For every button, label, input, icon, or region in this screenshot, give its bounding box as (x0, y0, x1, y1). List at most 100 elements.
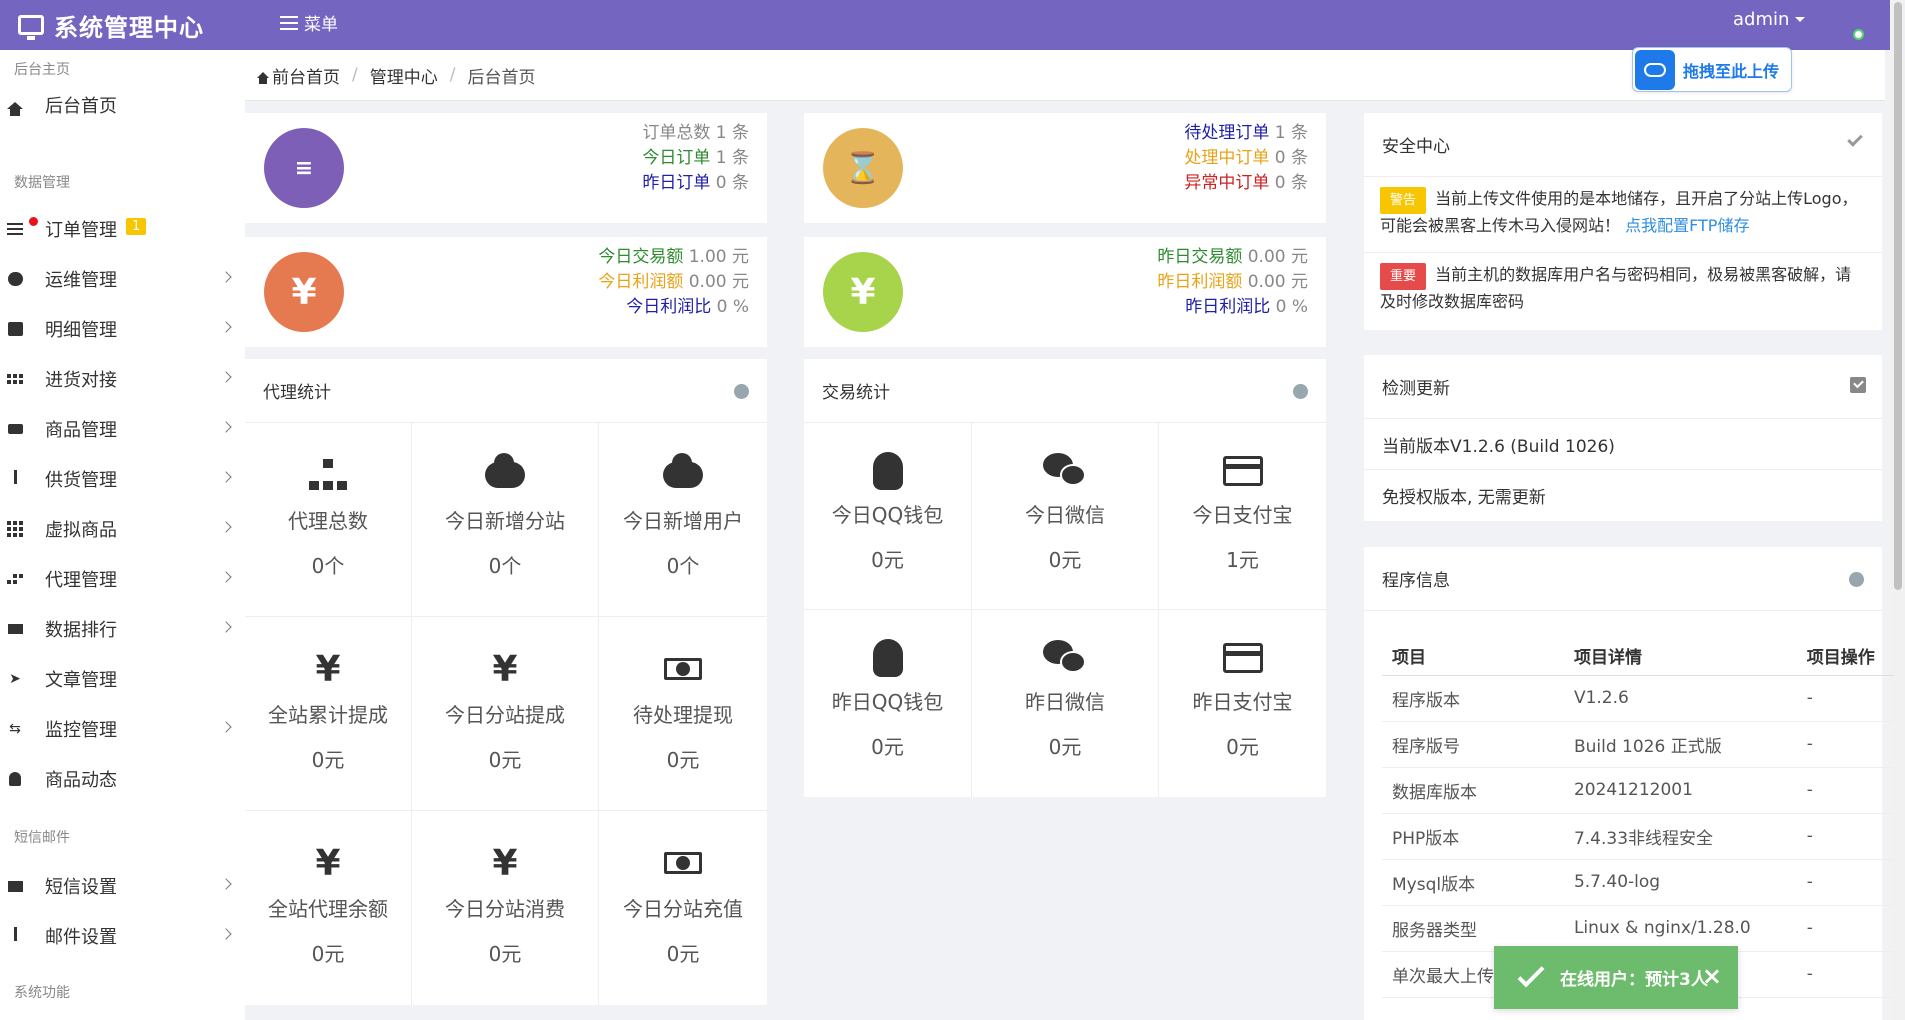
check-icon[interactable] (1847, 131, 1863, 147)
yen-icon: ¥ (315, 648, 341, 690)
stat-cell-label: 今日新增分站 (445, 509, 565, 533)
menu-icon (280, 15, 298, 30)
checkbox-icon[interactable] (1850, 377, 1866, 393)
stat-cell-value: 0元 (1048, 735, 1082, 759)
table-cell: 20241212001 (1563, 767, 1797, 814)
table-cell: PHP版本 (1382, 813, 1564, 860)
top-navbar: 系统管理中心 菜单 admin (0, 0, 1905, 50)
sidebar-item-supply[interactable]: 供货管理 (0, 459, 235, 499)
money-icon (599, 649, 767, 689)
sidebar-item-monitoring[interactable]: ⇆ 监控管理 (0, 709, 235, 749)
sidebar-item-purchase[interactable]: 进货对接 (0, 359, 235, 399)
stat-label: 今日利润比 (626, 297, 712, 317)
stat-value: 0.00 元 (688, 272, 749, 292)
menu-label: 菜单 (304, 15, 338, 35)
check-update-panel: 检测更新 当前版本V1.2.6 (Build 1026) 免授权版本, 无需更新 (1364, 355, 1882, 521)
breadcrumb-admin-center[interactable]: 管理中心 (370, 63, 438, 88)
stat-cell-substation-spending: ¥ 今日分站消费 0元 (412, 811, 599, 1005)
alert-text: 当前上传文件使用的是本地储存，且开启了分站上传Logo，可能会被黑客上传木马入侵… (1380, 189, 1858, 235)
sidebar-item-operations[interactable]: 运维管理 (0, 259, 235, 299)
chevron-right-icon (220, 878, 232, 890)
stat-cell-agent-balance: ¥ 全站代理余额 0元 (245, 811, 412, 1005)
credit-card-icon (1159, 451, 1326, 491)
sidebar-item-product-updates[interactable]: 商品动态 (0, 759, 235, 799)
stat-cell-today-qq: 今日QQ钱包 0元 (804, 423, 972, 610)
brand[interactable]: 系统管理中心 (18, 0, 204, 50)
chevron-right-icon (220, 928, 232, 940)
stat-cell-total-commission: ¥ 全站累计提成 0元 (245, 617, 412, 811)
table-cell: - (1796, 813, 1894, 860)
menu-toggle-button[interactable]: 菜单 (280, 10, 338, 35)
sidebar-item-rankings[interactable]: 数据排行 (0, 609, 235, 649)
table-cell: 5.7.40-log (1563, 859, 1797, 906)
alert-text: 当前主机的数据库用户名与密码相同，极易被黑客破解，请及时修改数据库密码 (1380, 265, 1852, 311)
stat-value: 1 条 (1274, 123, 1308, 143)
table-cell: - (1796, 859, 1894, 906)
stat-cell-new-users: 今日新增用户 0个 (599, 423, 767, 617)
stat-line: 昨日订单 0 条 (642, 171, 749, 196)
panel-header: 程序信息 (1364, 547, 1882, 611)
stat-cell-yesterday-alipay: 昨日支付宝 0元 (1159, 610, 1326, 797)
sidebar-item-orders[interactable]: 订单管理 1 (0, 209, 235, 249)
comments-icon (6, 270, 24, 288)
sidebar-item-agents[interactable]: 代理管理 (0, 559, 235, 599)
cutlery-icon (6, 470, 24, 488)
desktop-icon (18, 15, 44, 40)
breadcrumb-frontend-home[interactable]: 前台首页 (272, 63, 340, 88)
stat-cell-label: 今日分站充值 (623, 897, 743, 921)
stat-cell-label: 昨日微信 (1025, 690, 1105, 714)
sidebar-item-sms-settings[interactable]: 短信设置 (0, 866, 235, 906)
table-cell: - (1796, 951, 1894, 998)
check-icon (1517, 960, 1545, 987)
yen-icon: ¥ (492, 842, 518, 884)
stat-cell-value: 0元 (1048, 548, 1082, 572)
stat-label: 昨日交易额 (1157, 247, 1243, 267)
sidebar-item-details[interactable]: 明细管理 (0, 309, 235, 349)
configure-ftp-link[interactable]: 点我配置FTP储存 (1625, 216, 1749, 235)
sidebar-item-articles[interactable]: ➤ 文章管理 (0, 659, 235, 699)
table-row: 程序版本 V1.2.6- (1382, 675, 1894, 722)
stat-value: 0.00 元 (1247, 272, 1308, 292)
calendar-icon (6, 320, 24, 338)
stat-cell-new-substations: 今日新增分站 0个 (412, 423, 599, 617)
pending-stats: 待处理订单 1 条 处理中订单 0 条 异常中订单 0 条 (1184, 121, 1308, 196)
panel-header: 安全中心 (1364, 113, 1882, 177)
drag-upload-button[interactable]: 拖拽至此上传 (1632, 47, 1792, 92)
table-cell: V1.2.6 (1563, 675, 1797, 722)
panel-title: 交易统计 (822, 383, 890, 403)
sidebar-item-virtual-goods[interactable]: 虚拟商品 (0, 509, 235, 549)
scrollbar-thumb[interactable] (1894, 2, 1902, 590)
list-icon (6, 220, 24, 238)
yesterday-trade-stats: 昨日交易额 0.00 元 昨日利润额 0.00 元 昨日利润比 0 % (1157, 245, 1308, 320)
stat-line: 今日交易额 1.00 元 (598, 245, 749, 270)
panel-title: 安全中心 (1382, 137, 1450, 157)
stat-cell-label: 今日新增用户 (623, 509, 743, 533)
stat-line: 订单总数 1 条 (642, 121, 749, 146)
sidebar-item-label: 短信设置 (45, 877, 117, 898)
stat-cell-yesterday-qq: 昨日QQ钱包 0元 (804, 610, 972, 797)
table-header-row: 项目 项目详情 项目操作 (1382, 637, 1894, 676)
yesterday-trade-card: ¥ 昨日交易额 0.00 元 昨日利润额 0.00 元 昨日利润比 0 % (804, 237, 1326, 347)
column-header: 项目操作 (1796, 637, 1894, 676)
stat-label: 订单总数 (642, 123, 711, 143)
sidebar-item-label: 邮件设置 (45, 927, 117, 948)
stat-label: 待处理订单 (1184, 123, 1270, 143)
chevron-right-icon (220, 721, 232, 733)
flag-icon (6, 620, 24, 638)
chevron-right-icon (220, 521, 232, 533)
column-header: 项目详情 (1563, 637, 1797, 676)
credit-card-icon (1159, 638, 1326, 678)
close-icon[interactable]: × (1702, 962, 1722, 990)
sidebar-item-products[interactable]: 商品管理 (0, 409, 235, 449)
sidebar-item-label: 文章管理 (45, 670, 117, 691)
sidebar-section-sms-mail: 短信邮件 (14, 830, 70, 846)
sidebar-item-mail-settings[interactable]: 邮件设置 (0, 916, 235, 956)
user-menu[interactable]: admin (1733, 9, 1806, 30)
sidebar-item-dashboard[interactable]: 后台首页 (0, 85, 235, 125)
stat-cell-today-alipay: 今日支付宝 1元 (1159, 423, 1326, 610)
sidebar-item-label: 数据排行 (45, 620, 117, 641)
stat-value: 1 条 (715, 123, 749, 143)
security-alert-warning: 警告 当前上传文件使用的是本地储存，且开启了分站上传Logo，可能会被黑客上传木… (1364, 177, 1882, 253)
update-note-row: 免授权版本, 无需更新 (1382, 488, 1546, 508)
retweet-icon: ⇆ (9, 721, 21, 737)
